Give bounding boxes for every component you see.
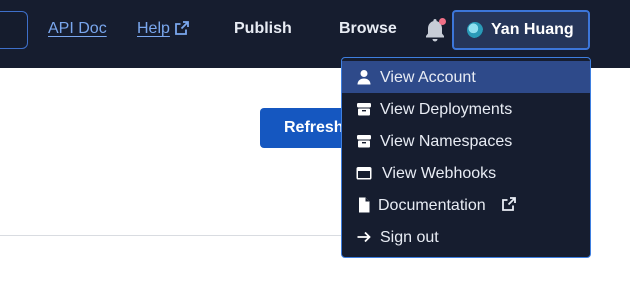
publish-link[interactable]: Publish bbox=[234, 20, 292, 38]
file-icon bbox=[359, 197, 370, 213]
menu-item-view-namespaces[interactable]: View Namespaces bbox=[342, 125, 590, 157]
menu-item-view-deployments[interactable]: View Deployments bbox=[342, 93, 590, 125]
arrow-right-icon bbox=[357, 231, 371, 243]
user-name: Yan Huang bbox=[491, 21, 574, 38]
external-link-icon bbox=[175, 21, 189, 35]
user-icon bbox=[357, 70, 371, 85]
menu-item-documentation[interactable]: Documentation bbox=[342, 189, 590, 221]
menu-item-sign-out[interactable]: Sign out bbox=[342, 221, 590, 253]
menu-item-label: Sign out bbox=[380, 229, 439, 246]
menu-item-label: View Account bbox=[380, 69, 476, 86]
search-input[interactable] bbox=[0, 11, 28, 49]
browse-link[interactable]: Browse bbox=[339, 20, 397, 38]
api-doc-label: API Doc bbox=[48, 20, 107, 37]
menu-item-view-webhooks[interactable]: View Webhooks bbox=[342, 157, 590, 189]
box-icon bbox=[357, 103, 371, 116]
menu-item-label: View Namespaces bbox=[380, 133, 513, 150]
box-icon bbox=[357, 135, 371, 148]
notification-dot bbox=[439, 18, 446, 25]
menu-item-label: Documentation bbox=[378, 197, 486, 214]
help-label: Help bbox=[137, 20, 170, 37]
user-dropdown-menu: View Account View Deployments View Names… bbox=[341, 57, 591, 258]
refresh-button[interactable]: Refresh bbox=[260, 108, 354, 148]
menu-item-view-account[interactable]: View Account bbox=[342, 61, 590, 93]
window-icon bbox=[356, 167, 372, 180]
notifications-button[interactable] bbox=[423, 17, 447, 43]
menu-item-label: View Webhooks bbox=[382, 165, 497, 182]
avatar bbox=[467, 22, 483, 38]
menu-item-label: View Deployments bbox=[380, 101, 513, 118]
content-divider bbox=[0, 235, 345, 236]
api-doc-link[interactable]: API Doc bbox=[48, 20, 107, 38]
user-menu-button[interactable]: Yan Huang bbox=[452, 10, 590, 50]
external-link-icon bbox=[502, 197, 516, 211]
help-link[interactable]: Help bbox=[137, 20, 189, 38]
